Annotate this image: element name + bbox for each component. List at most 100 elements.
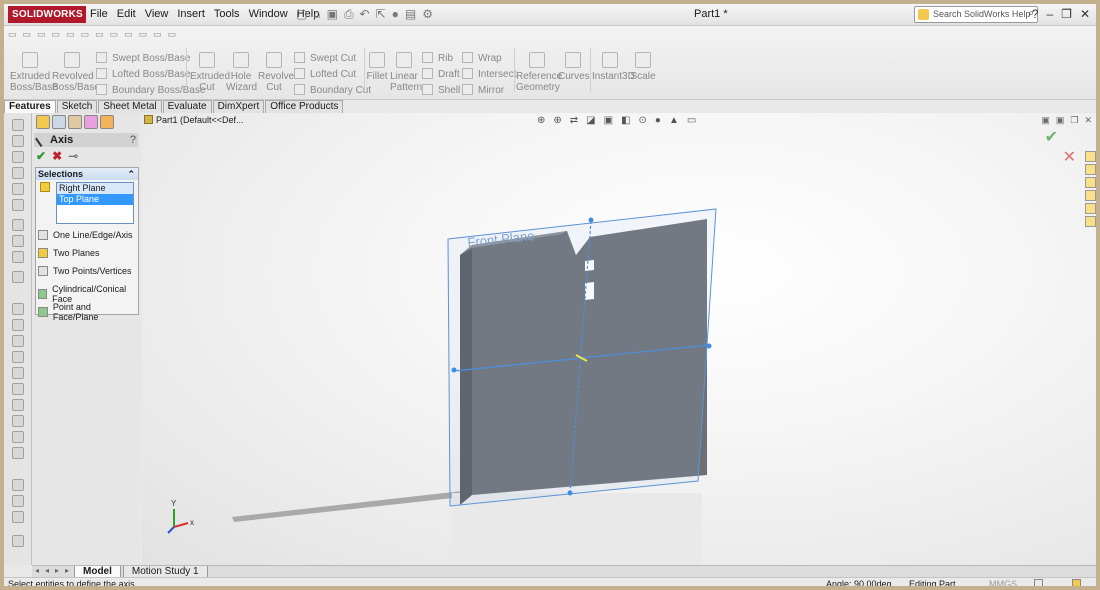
dimxpert-manager-icon[interactable] — [84, 115, 98, 129]
extruded-cut-button[interactable]: Extruded Cut — [190, 52, 230, 93]
toolbar-icon-7[interactable]: ▭ — [95, 29, 104, 40]
tool-icon[interactable] — [12, 319, 24, 331]
extruded-boss-button[interactable]: Extruded Boss/Base — [10, 52, 58, 93]
menu-view[interactable]: View — [145, 8, 169, 20]
toolbar-icon-8[interactable]: ▭ — [110, 29, 119, 40]
tool-icon[interactable] — [12, 183, 24, 195]
selection-item-selected[interactable]: Top Plane — [57, 194, 133, 205]
mirror-button[interactable]: Mirror — [462, 84, 504, 96]
linear-pattern-button[interactable]: Linear Pattern — [390, 52, 422, 93]
model-graphics[interactable]: Front Plane Y x — [142, 113, 1096, 565]
options-icon[interactable]: ⚙ — [422, 7, 433, 22]
restore-icon[interactable]: ❐ — [1061, 7, 1072, 21]
boundary-boss-button[interactable]: Boundary Boss/Base — [96, 84, 205, 96]
wrap-button[interactable]: Wrap — [462, 52, 502, 64]
tool-icon[interactable] — [12, 135, 24, 147]
toolbar-icon-1[interactable]: ▭ — [8, 29, 17, 40]
tool-icon[interactable] — [12, 167, 24, 179]
display-manager-icon[interactable] — [100, 115, 114, 129]
tab-sheet-metal[interactable]: Sheet Metal — [98, 100, 162, 113]
tool-icon[interactable] — [12, 251, 24, 263]
tool-icon[interactable] — [12, 495, 24, 507]
toolbar-icon-6[interactable]: ▭ — [81, 29, 90, 40]
selection-item[interactable]: Right Plane — [57, 183, 133, 194]
close-icon[interactable]: ✕ — [1080, 7, 1090, 21]
option-point-face[interactable]: Point and Face/Plane — [38, 302, 138, 322]
undo-icon[interactable]: ↶ — [360, 7, 370, 22]
save-icon[interactable]: ▣ — [327, 7, 338, 22]
configuration-manager-icon[interactable] — [68, 115, 82, 129]
tool-icon[interactable] — [12, 535, 24, 547]
tab-sketch[interactable]: Sketch — [56, 100, 98, 113]
rebuild-icon[interactable]: ● — [392, 7, 399, 22]
tool-icon[interactable] — [12, 415, 24, 427]
fillet-button[interactable]: Fillet — [366, 52, 388, 82]
tool-icon[interactable] — [12, 119, 24, 131]
tool-icon[interactable] — [12, 351, 24, 363]
tool-icon[interactable] — [12, 479, 24, 491]
tab-office-products[interactable]: Office Products — [265, 100, 344, 113]
option-one-line[interactable]: One Line/Edge/Axis — [38, 230, 133, 240]
lofted-boss-button[interactable]: Lofted Boss/Base — [96, 68, 190, 80]
revolved-cut-button[interactable]: Revolved Cut — [258, 52, 300, 93]
notification-icon[interactable] — [1072, 579, 1081, 586]
swept-boss-button[interactable]: Swept Boss/Base — [96, 52, 190, 64]
tool-icon[interactable] — [12, 271, 24, 283]
select-icon[interactable]: ⇱ — [376, 7, 386, 22]
toolbar-icon-5[interactable]: ▭ — [66, 29, 75, 40]
handle-bottom[interactable] — [567, 490, 573, 496]
next-tab-icon[interactable]: ▸ — [52, 566, 62, 577]
scale-button[interactable]: Scale — [630, 52, 656, 82]
property-manager-icon[interactable] — [52, 115, 66, 129]
tab-features[interactable]: Features — [4, 100, 56, 113]
tool-icon[interactable] — [12, 151, 24, 163]
feature-manager-icon[interactable] — [36, 115, 50, 129]
option-two-points[interactable]: Two Points/Vertices — [38, 266, 132, 276]
collapse-icon[interactable]: ⌃ — [127, 168, 135, 180]
boundary-cut-button[interactable]: Boundary Cut — [294, 84, 371, 96]
help-icon[interactable]: ? — [130, 133, 136, 147]
tool-icon[interactable] — [12, 511, 24, 523]
selections-title[interactable]: Selections ⌃ — [36, 168, 138, 180]
toolbar-icon-3[interactable]: ▭ — [37, 29, 46, 40]
instant3d-button[interactable]: Instant3D — [592, 52, 635, 82]
draft-button[interactable]: Draft — [422, 68, 460, 80]
toolbar-icon-9[interactable]: ▭ — [124, 29, 133, 40]
menu-tools[interactable]: Tools — [214, 8, 240, 20]
hole-wizard-button[interactable]: Hole Wizard — [226, 52, 257, 93]
first-tab-icon[interactable]: ◂ — [32, 566, 42, 577]
menu-insert[interactable]: Insert — [177, 8, 205, 20]
menu-window[interactable]: Window — [249, 8, 288, 20]
tool-icon[interactable] — [12, 399, 24, 411]
tool-icon[interactable] — [12, 303, 24, 315]
toolbar-icon-11[interactable]: ▭ — [153, 29, 162, 40]
lofted-cut-button[interactable]: Lofted Cut — [294, 68, 356, 80]
option-two-planes[interactable]: Two Planes — [38, 248, 100, 258]
open-icon[interactable]: ⌂ — [313, 7, 320, 22]
shell-button[interactable]: Shell — [422, 84, 460, 96]
ok-icon[interactable]: ✔ — [36, 149, 46, 163]
swept-cut-button[interactable]: Swept Cut — [294, 52, 356, 64]
tool-icon[interactable] — [12, 335, 24, 347]
file-properties-icon[interactable]: ▤ — [405, 7, 416, 22]
tool-icon[interactable] — [12, 367, 24, 379]
minimize-icon[interactable]: – — [1046, 7, 1053, 21]
selection-list[interactable]: Right Plane Top Plane — [56, 182, 134, 224]
tool-icon[interactable] — [12, 447, 24, 459]
rebuild-status-icon[interactable] — [1034, 579, 1043, 586]
prev-tab-icon[interactable]: ◂ — [42, 566, 52, 577]
rib-button[interactable]: Rib — [422, 52, 453, 64]
menu-edit[interactable]: Edit — [117, 8, 136, 20]
handle-top[interactable] — [588, 217, 594, 223]
tool-icon[interactable] — [12, 383, 24, 395]
tool-icon[interactable] — [12, 219, 24, 231]
toolbar-icon-12[interactable]: ▭ — [168, 29, 177, 40]
tool-icon[interactable] — [12, 199, 24, 211]
tab-evaluate[interactable]: Evaluate — [162, 100, 212, 113]
toolbar-icon-2[interactable]: ▭ — [23, 29, 32, 40]
cancel-icon[interactable]: ✖ — [52, 149, 62, 163]
handle-right[interactable] — [706, 343, 712, 349]
handle-left[interactable] — [451, 367, 457, 373]
last-tab-icon[interactable]: ▸ — [62, 566, 72, 577]
unit-system[interactable]: MMGS — [989, 578, 1017, 586]
